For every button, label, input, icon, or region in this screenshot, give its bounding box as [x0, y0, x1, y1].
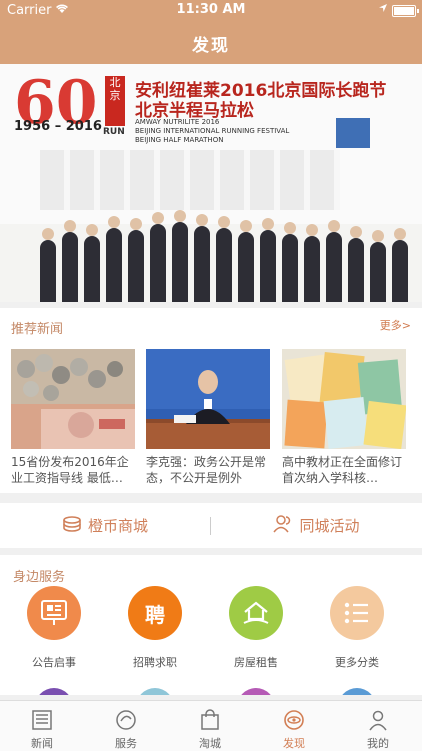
person-figure [150, 212, 166, 302]
person-figure [40, 228, 56, 302]
page-title: 发现 [192, 36, 230, 56]
notice-board-icon [27, 586, 81, 640]
tab-label: 淘城 [199, 737, 221, 750]
service-hiring[interactable]: 聘 招聘求职 [125, 586, 185, 670]
service-label-more: 更多分类 [335, 656, 379, 669]
discover-eye-icon [252, 707, 336, 733]
service-label-housing: 房屋租售 [234, 656, 278, 669]
banner-subtitle: AMWAY NUTRILITE 2016 BEIJING INTERNATION… [135, 118, 290, 144]
next-row-icon [237, 688, 275, 695]
person-figure [304, 224, 320, 302]
tab-label: 新闻 [31, 737, 53, 750]
person-figure [194, 214, 210, 302]
list-icon [330, 586, 384, 640]
quick-links-bar: 橙币商城 同城活动 [0, 503, 422, 548]
tab-mall[interactable]: 淘城 [168, 701, 252, 751]
tab-label: 发现 [283, 737, 305, 750]
person-figure [172, 210, 188, 302]
city-events-label: 同城活动 [299, 517, 360, 535]
banner-carousel[interactable]: 60 1956 – 2016 北京 RUN 安利纽崔莱2016北京国际长跑节 北… [0, 64, 422, 302]
city-events-button[interactable]: 同城活动 [211, 503, 422, 548]
person-figure [348, 226, 364, 302]
service-notice[interactable]: 公告启事 [24, 586, 84, 670]
hiring-glyph: 聘 [145, 602, 165, 627]
house-hand-icon [229, 586, 283, 640]
tab-services[interactable]: 服务 [84, 701, 168, 751]
next-row-icon [338, 688, 376, 695]
person-figure [84, 224, 100, 302]
more-news-link[interactable]: 更多> [380, 317, 411, 333]
news-headline-3[interactable]: 高中教材正在全面修订 首次纳入学科核… [282, 454, 406, 486]
battery-icon [392, 5, 419, 17]
service-icon [84, 707, 168, 733]
nearby-services-section: 身边服务 公告启事 聘 招聘求职 房屋租售 更多分类 [0, 555, 422, 695]
anniversary-years: 1956 – 2016 [14, 119, 102, 134]
tab-label: 服务 [115, 737, 137, 750]
news-headline-2[interactable]: 李克强：政务公开是常态，不公开是例外 [146, 454, 270, 486]
status-time: 11:30 AM [176, 2, 246, 17]
newspaper-icon [0, 707, 84, 733]
news-image-press-conference[interactable] [146, 349, 270, 449]
person-figure [260, 218, 276, 302]
section-title-services: 身边服务 [13, 570, 66, 585]
tab-news[interactable]: 新闻 [0, 701, 84, 751]
shopping-bag-icon [168, 707, 252, 733]
person-icon [336, 707, 420, 733]
person-figure [128, 218, 144, 302]
service-housing[interactable]: 房屋租售 [226, 586, 286, 670]
news-headline-1[interactable]: 15省份发布2016年企业工资指导线 最低… [11, 454, 135, 486]
person-figure [62, 220, 78, 302]
news-image-currency[interactable] [11, 349, 135, 449]
news-image-textbooks[interactable] [282, 349, 406, 449]
group-photo [10, 204, 422, 302]
coin-mall-button[interactable]: 橙币商城 [0, 503, 210, 548]
tab-label: 我的 [367, 737, 389, 750]
location-arrow-icon [378, 3, 388, 16]
service-more[interactable]: 更多分类 [327, 586, 387, 670]
service-label-hiring: 招聘求职 [133, 656, 177, 669]
person-figure [238, 220, 254, 302]
status-bar: Carrier 11:30 AM [0, 0, 422, 22]
person-figure [392, 228, 408, 302]
person-figure [106, 216, 122, 302]
tab-bar: 新闻 服务 淘城 发现 我的 [0, 700, 422, 751]
person-figure [326, 220, 342, 302]
hiring-icon: 聘 [128, 586, 182, 640]
beijing-badge: 北京 [105, 76, 125, 126]
recommended-news-section: 推荐新闻 更多> 15省份发布2016年企业工资指导线 最低… 李克强：政务公开… [0, 308, 422, 493]
person-figure [216, 216, 232, 302]
service-label-notice: 公告启事 [32, 656, 76, 669]
person-figure [282, 222, 298, 302]
coin-mall-label: 橙币商城 [87, 517, 148, 535]
navigation-header: Carrier 11:30 AM 发现 [0, 0, 422, 64]
coins-icon [62, 515, 82, 536]
next-row-icon [35, 688, 73, 695]
people-icon [273, 514, 293, 537]
next-row-icon [136, 688, 174, 695]
person-figure [370, 230, 386, 302]
tab-discover[interactable]: 发现 [252, 701, 336, 751]
tab-mine[interactable]: 我的 [336, 701, 420, 751]
sponsor-wall [40, 150, 340, 210]
sponsor-logo [336, 118, 370, 148]
run-label: RUN [103, 127, 125, 137]
section-title-news: 推荐新闻 [11, 322, 64, 337]
